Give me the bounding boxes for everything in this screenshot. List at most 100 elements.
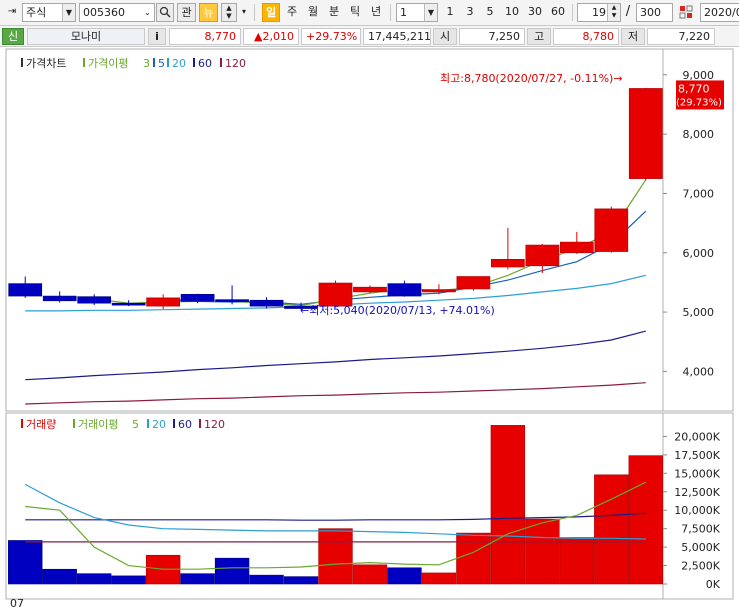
volume-bar-up[interactable] [456,532,491,585]
search-button[interactable] [156,3,174,22]
search-icon [159,6,171,18]
volume-tick-label: 17,500K [674,449,720,462]
period-month[interactable]: 월 [304,3,322,22]
interval-select[interactable]: 1 ▼ [396,3,438,22]
price-change: ▲2,010 [243,28,299,45]
candle-down[interactable] [111,302,146,306]
updown-spinner[interactable]: ▲ ▼ [221,3,237,22]
volume-bar-down[interactable] [214,557,250,585]
candle-up[interactable] [456,276,491,290]
bar-count-spinner-icon[interactable]: ▲ ▼ [607,4,620,21]
candle-up[interactable] [594,208,629,252]
volume-bar-down[interactable] [76,573,112,585]
legend-marker [220,58,222,67]
price-ma-legend-60: 60 [198,57,212,70]
volume-bar-up[interactable] [628,455,663,585]
candle-down[interactable] [77,296,112,304]
chart-area[interactable]: 9,000 8,000 7,000 6,000 5,000 4,000 8,770 (29.7… [0,47,739,612]
price-ma-legend-120: 120 [225,57,246,70]
volume-ma-legend-5: 5 [132,418,139,431]
legend-marker [193,58,195,67]
toolbar: ⇥ 주식 ▼ 005360 ⌄ 관 뉴 ▲ ▼ ▾ 일 주 월 분 틱 년 1 ▼ [0,0,739,26]
candle-up[interactable] [318,282,353,307]
price-tick-label: 8,000 [683,128,715,141]
market-select[interactable]: 주식 ▼ [22,3,76,22]
volume-ma-legend-60: 60 [178,418,192,431]
price-legend-title: 가격차트 [26,57,66,70]
period-year[interactable]: 년 [367,3,385,22]
legend-marker [21,419,23,428]
period-tick[interactable]: 틱 [346,3,364,22]
volume-bar-down[interactable] [111,575,146,585]
candle-up[interactable] [353,286,387,293]
date-input[interactable]: 2020/0 [700,3,739,22]
stock-code-value: 005360 [83,6,125,19]
candle-down[interactable] [42,295,77,302]
chevron-down-icon[interactable]: ▼ [62,4,75,21]
price-tick-label: 6,000 [683,247,715,260]
candle-up[interactable] [559,241,594,254]
quick-interval-3[interactable]: 3 [462,3,478,22]
spinner-menu-icon[interactable]: ▾ [239,3,249,22]
legend-marker [73,419,75,428]
quick-interval-60[interactable]: 60 [548,3,568,22]
quick-interval-1[interactable]: 1 [442,3,458,22]
candle-up[interactable] [628,88,663,179]
total-count-input[interactable]: 300 [636,3,673,22]
count-separator: / [625,4,631,19]
volume-bar-down[interactable] [249,574,284,585]
volume-bar-down[interactable] [180,573,215,585]
quote-bar: 신 모나미 i 8,770 ▲2,010 +29.73% 17,445,211 … [0,26,739,47]
volume-bar-up[interactable] [594,474,629,585]
candle-up[interactable] [525,244,560,267]
volume-ma-legend-label: 거래이평 [78,418,118,431]
high-annotation: 최고:8,780(2020/07/27, -0.11%)→ [440,72,623,85]
chevron-down-icon[interactable]: ▼ [424,4,437,21]
watch-button[interactable]: 관 [177,3,196,22]
quick-interval-10[interactable]: 10 [502,3,522,22]
volume-bar-down[interactable] [387,567,422,585]
low-label: 저 [621,28,645,45]
candle-down[interactable] [180,293,215,302]
quick-interval-30[interactable]: 30 [525,3,545,22]
panel-toggle-icon[interactable]: ⇥ [4,3,20,22]
chart-window: ⇥ 주식 ▼ 005360 ⌄ 관 뉴 ▲ ▼ ▾ 일 주 월 분 틱 년 1 ▼ [0,0,739,612]
volume-bar-down[interactable] [283,576,319,585]
low-annotation: ←최저:5,040(2020/07/13, +74.01%) [300,304,495,317]
volume-value: 17,445,211 [363,28,431,45]
volume-bar-up[interactable] [490,425,526,585]
bar-count-input[interactable]: 19 ▲ ▼ [577,3,621,22]
period-day[interactable]: 일 [262,3,280,22]
volume-tick-label: 7,500K [681,523,720,536]
volume-bar-up[interactable] [559,537,595,585]
info-button[interactable]: i [148,28,166,45]
volume-bar-up[interactable] [421,572,457,585]
volume-bar-down[interactable] [42,568,77,585]
volume-bar-down[interactable] [8,540,43,585]
grid-settings-icon[interactable] [676,3,696,22]
volume-ma-legend-20: 20 [152,418,166,431]
period-week[interactable]: 주 [283,3,301,22]
volume-bar-up[interactable] [352,564,388,585]
candle-up[interactable] [491,258,525,268]
candle-down[interactable] [215,299,249,302]
candle-up[interactable] [422,289,456,293]
price-ma-legend-20: 20 [172,57,186,70]
candle-down[interactable] [8,283,43,297]
price-tick-label: 4,000 [683,365,715,378]
open-price: 7,250 [459,28,525,45]
volume-bar-up[interactable] [525,518,560,585]
stock-code-input[interactable]: 005360 ⌄ [79,3,155,22]
quick-interval-5[interactable]: 5 [482,3,498,22]
market-select-value: 주식 [26,6,47,19]
candle-up[interactable] [146,297,180,307]
code-dropdown-icon[interactable]: ⌄ [141,4,154,21]
candle-down[interactable] [387,283,422,297]
stock-chart[interactable]: 9,000 8,000 7,000 6,000 5,000 4,000 8,770 (29.7… [0,47,739,612]
volume-bar-up[interactable] [318,528,353,585]
change-rate: +29.73% [301,28,361,45]
news-button[interactable]: 뉴 [199,3,218,22]
candle-down[interactable] [249,299,284,307]
high-label: 고 [527,28,551,45]
period-minute[interactable]: 분 [325,3,343,22]
